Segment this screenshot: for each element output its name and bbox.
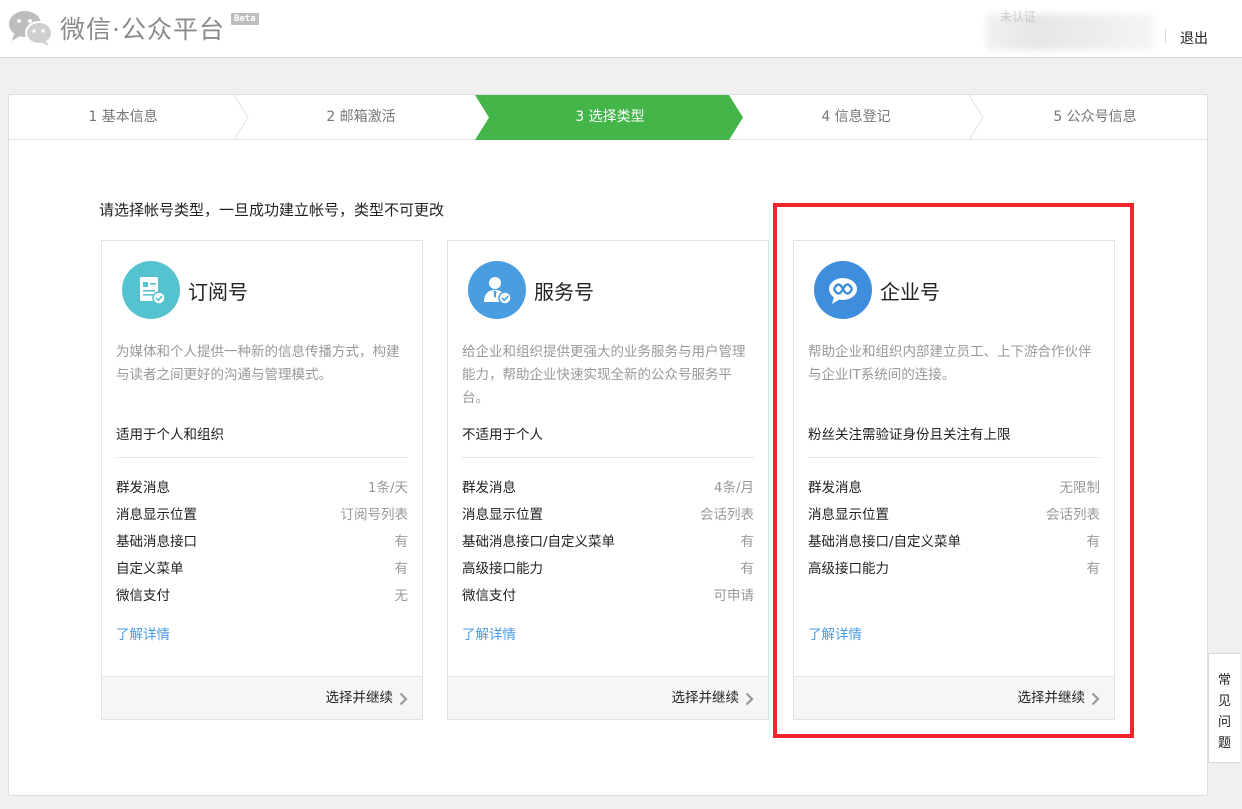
- logout-link[interactable]: 退出: [1180, 28, 1208, 48]
- card-footer: 选择并继续: [448, 676, 768, 719]
- logo-text: 微信·公众平台: [60, 15, 225, 44]
- wechat-icon: [8, 10, 54, 46]
- card-subscription-account: 订阅号 为媒体和个人提供一种新的信息传播方式，构建与读者之间更好的沟通与管理模式…: [101, 240, 423, 720]
- feature-name: 群发消息: [116, 480, 170, 496]
- feature-name: 基础消息接口: [116, 534, 197, 550]
- feature-name: 微信支付: [116, 588, 170, 604]
- user-service-icon: [468, 261, 526, 319]
- header-divider: [1165, 28, 1166, 44]
- feature-row: 微信支付 可申请: [462, 583, 754, 610]
- card-scope: 适用于个人和组织: [116, 423, 408, 458]
- document-icon: [122, 261, 180, 319]
- feature-row: 群发消息 1条/天: [116, 475, 408, 502]
- faq-char: 题: [1217, 736, 1231, 751]
- feature-row: 高级接口能力 有: [462, 556, 754, 583]
- select-and-continue-button[interactable]: 选择并继续: [672, 677, 755, 720]
- feature-name: 自定义菜单: [116, 561, 184, 577]
- feature-value: 有: [394, 561, 409, 577]
- feature-value: 订阅号列表: [340, 507, 409, 523]
- step-5-account-info: 5 公众号信息: [1053, 109, 1137, 125]
- feature-value: 有: [394, 534, 409, 550]
- feature-row: 自定义菜单 有: [116, 556, 408, 583]
- step-2-email-activation: 2 邮箱激活: [326, 109, 396, 125]
- beta-badge: Beta: [230, 13, 259, 25]
- unverified-label: 未认证: [1000, 10, 1037, 24]
- feature-value: 可申请: [713, 588, 755, 604]
- card-scope: 不适用于个人: [462, 423, 754, 458]
- learn-more-link[interactable]: 了解详情: [462, 623, 516, 643]
- feature-value: 有: [740, 534, 755, 550]
- faq-char: 见: [1217, 694, 1231, 709]
- type-selection-prompt: 请选择帐号类型，一旦成功建立帐号，类型不可更改: [99, 201, 445, 219]
- card-service-account: 服务号 给企业和组织提供更强大的业务服务与用户管理能力，帮助企业快速实现全新的公…: [447, 240, 769, 720]
- faq-side-tab[interactable]: 常 见 问 题: [1208, 653, 1240, 763]
- feature-name: 高级接口能力: [462, 561, 543, 577]
- highlight-box-enterprise: [773, 203, 1134, 738]
- feature-name: 消息显示位置: [462, 507, 543, 523]
- card-title: 订阅号: [188, 279, 248, 304]
- card-title: 服务号: [534, 279, 594, 304]
- card-description: 给企业和组织提供更强大的业务服务与用户管理能力，帮助企业快速实现全新的公众号服务…: [462, 344, 746, 406]
- feature-name: 群发消息: [462, 480, 516, 496]
- feature-name: 微信支付: [462, 588, 516, 604]
- feature-value: 会话列表: [700, 507, 754, 523]
- learn-more-link[interactable]: 了解详情: [116, 623, 170, 643]
- feature-name: 基础消息接口/自定义菜单: [462, 534, 616, 550]
- feature-row: 基础消息接口/自定义菜单 有: [462, 529, 754, 556]
- continue-label: 选择并继续: [325, 690, 394, 706]
- wechat-logo[interactable]: 微信·公众平台 Beta: [8, 10, 259, 46]
- top-bar: 微信·公众平台 Beta 未认证 退出: [0, 0, 1242, 58]
- step-1-basic-info: 1 基本信息: [88, 109, 158, 125]
- feature-value: 有: [740, 561, 755, 577]
- step-4-info-registration: 4 信息登记: [821, 109, 891, 125]
- step-progress-bar: 1 基本信息 2 邮箱激活 3 选择类型 4 信息登记 5 公众号信息: [9, 95, 1207, 140]
- feature-value: 1条/天: [367, 480, 408, 496]
- feature-row: 基础消息接口 有: [116, 529, 408, 556]
- continue-label: 选择并继续: [671, 690, 740, 706]
- feature-row: 消息显示位置 订阅号列表: [116, 502, 408, 529]
- feature-value: 4条/月: [713, 480, 754, 496]
- chevron-right-icon: [745, 692, 754, 705]
- card-footer: 选择并继续: [102, 676, 422, 719]
- select-and-continue-button[interactable]: 选择并继续: [326, 677, 409, 720]
- chevron-right-icon: [399, 692, 408, 705]
- faq-char: 问: [1217, 715, 1231, 730]
- feature-name: 消息显示位置: [116, 507, 197, 523]
- feature-row: 群发消息 4条/月: [462, 475, 754, 502]
- feature-list: 群发消息 1条/天 消息显示位置 订阅号列表 基础消息接口有 自定义菜单有 微信支付…: [116, 475, 408, 610]
- feature-row: 消息显示位置 会话列表: [462, 502, 754, 529]
- feature-row: 微信支付 无: [116, 583, 408, 610]
- card-description: 为媒体和个人提供一种新的信息传播方式，构建与读者之间更好的沟通与管理模式。: [116, 344, 400, 383]
- feature-list: 群发消息 4条/月 消息显示位置 会话列表 基础消息接口/自定义菜单有 高级接口能力…: [462, 475, 754, 610]
- faq-char: 常: [1217, 673, 1231, 688]
- step-3-select-type: 3 选择类型: [575, 109, 645, 125]
- feature-value: 无: [394, 588, 409, 604]
